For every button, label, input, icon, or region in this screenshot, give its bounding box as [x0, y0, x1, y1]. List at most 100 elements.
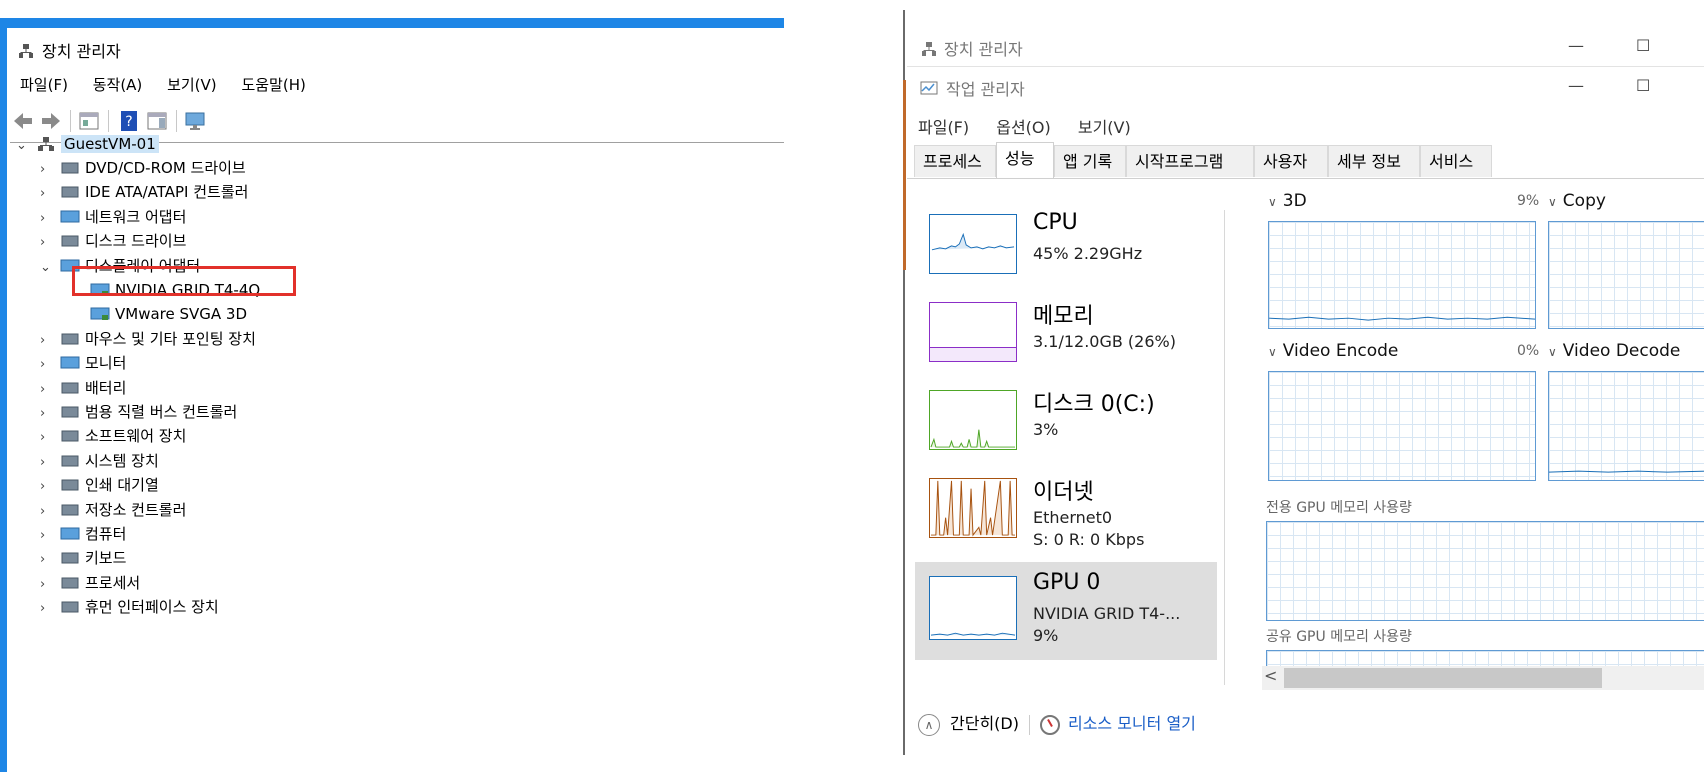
- properties-icon[interactable]: [78, 110, 100, 132]
- engine-video-encode-header[interactable]: ∨ Video Encode: [1268, 341, 1398, 361]
- engine-3d-percent: 9%: [1517, 193, 1540, 209]
- engine-video-encode-label: Video Encode: [1282, 341, 1399, 361]
- scrollbar-thumb[interactable]: [1284, 668, 1602, 688]
- tab-details[interactable]: 세부 정보: [1328, 145, 1420, 177]
- device-manager-icon: [19, 44, 33, 58]
- tree-item[interactable]: › 휴먼 인터페이스 장치: [40, 596, 219, 618]
- tree-item[interactable]: › 마우스 및 기타 포인팅 장치: [40, 328, 256, 350]
- engine-3d-header[interactable]: ∨ 3D: [1268, 191, 1307, 211]
- chevron-up-icon[interactable]: ∧: [918, 713, 940, 736]
- chevron-right-icon[interactable]: ›: [40, 183, 54, 205]
- chevron-right-icon[interactable]: ›: [40, 159, 54, 181]
- sidebar-cpu-name: CPU: [1033, 210, 1078, 235]
- sidebar-cpu-detail: 45% 2.29GHz: [1033, 244, 1143, 263]
- tree-item[interactable]: › 디스크 드라이브: [40, 230, 186, 252]
- tab-services[interactable]: 서비스: [1420, 145, 1492, 177]
- tree-item[interactable]: › 네트워크 어댑터: [40, 206, 186, 228]
- chevron-right-icon[interactable]: ›: [40, 403, 54, 425]
- tree-item[interactable]: › DVD/CD-ROM 드라이브: [40, 157, 246, 179]
- tree-item[interactable]: › 저장소 컨트롤러: [40, 499, 186, 521]
- tree-item[interactable]: › IDE ATA/ATAPI 컨트롤러: [40, 181, 248, 203]
- engine-video-decode-header[interactable]: ∨ Video Decode: [1548, 341, 1680, 361]
- tree-item[interactable]: › 인쇄 대기열: [40, 474, 159, 496]
- sidebar-item-cpu[interactable]: CPU 45% 2.29GHz: [915, 202, 1217, 290]
- chevron-right-icon[interactable]: ›: [40, 427, 54, 449]
- tree-item-label: 범용 직렬 버스 컨트롤러: [85, 403, 238, 421]
- sidebar-item-ethernet[interactable]: 이더넷 Ethernet0 S: 0 R: 0 Kbps: [915, 466, 1217, 554]
- chevron-right-icon[interactable]: ›: [40, 208, 54, 230]
- back-arrow-icon[interactable]: [12, 110, 34, 132]
- maximize-button[interactable]: ☐: [1636, 76, 1650, 95]
- tree-item[interactable]: › 모니터: [40, 352, 126, 374]
- open-resource-monitor-link[interactable]: 리소스 모니터 열기: [1068, 714, 1196, 733]
- sidebar-ethernet-name: 이더넷: [1033, 480, 1094, 505]
- menu-file[interactable]: 파일(F): [918, 118, 969, 137]
- title-divider: [907, 66, 1704, 67]
- disk-drive-icon: [61, 235, 79, 247]
- tree-item-label: 컴퓨터: [85, 525, 127, 543]
- tree-root[interactable]: ⌄ GuestVM-01: [16, 133, 159, 155]
- tab-users[interactable]: 사용자: [1254, 145, 1328, 177]
- tree-item[interactable]: › 키보드: [40, 547, 126, 569]
- chevron-down-icon[interactable]: ⌄: [40, 257, 54, 279]
- tab-performance[interactable]: 성능: [996, 142, 1054, 178]
- chevron-right-icon[interactable]: ›: [40, 330, 54, 352]
- chevron-right-icon[interactable]: ›: [40, 525, 54, 547]
- sidebar-item-memory[interactable]: 메모리 3.1/12.0GB (26%): [915, 290, 1217, 378]
- tree-item-label: 소프트웨어 장치: [85, 427, 187, 446]
- minimize-button[interactable]: —: [1568, 36, 1584, 55]
- tree-child-label: VMware SVGA 3D: [115, 305, 248, 324]
- menu-file[interactable]: 파일(F): [20, 76, 68, 94]
- computer-icon: [60, 527, 80, 540]
- action-pane-icon[interactable]: [146, 110, 168, 132]
- tree-item[interactable]: › 컴퓨터: [40, 523, 126, 545]
- tab-processes[interactable]: 프로세스: [914, 145, 996, 177]
- help-icon[interactable]: ?: [118, 110, 140, 132]
- storage-controller-icon: [61, 504, 79, 516]
- software-device-icon: [61, 430, 79, 442]
- chevron-right-icon[interactable]: ›: [40, 354, 54, 376]
- sidebar-disk-detail: 3%: [1033, 420, 1059, 439]
- tree-item-label: 인쇄 대기열: [85, 476, 159, 495]
- maximize-button[interactable]: ☐: [1636, 36, 1650, 55]
- chevron-right-icon[interactable]: ›: [40, 476, 54, 498]
- tree-item-label: 키보드: [85, 549, 127, 568]
- engine-video-encode-percent: 0%: [1517, 343, 1540, 359]
- tab-app-history[interactable]: 앱 기록: [1054, 145, 1126, 177]
- chevron-right-icon[interactable]: ›: [40, 574, 54, 596]
- sidebar-item-disk[interactable]: 디스크 0(C:) 3%: [915, 378, 1217, 466]
- menu-help[interactable]: 도움말(H): [241, 76, 305, 94]
- chevron-down-icon: ∨: [1548, 345, 1557, 359]
- sidebar-item-gpu[interactable]: GPU 0 NVIDIA GRID T4-... 9%: [915, 562, 1217, 660]
- task-manager-menu-bar: 파일(F) 옵션(O) 보기(V): [918, 114, 1153, 138]
- tree-item[interactable]: › 프로세서: [40, 572, 140, 594]
- tree-item[interactable]: › 소프트웨어 장치: [40, 425, 186, 447]
- chevron-right-icon[interactable]: ›: [40, 379, 54, 401]
- tree-item[interactable]: › 배터리: [40, 377, 126, 399]
- memory-thumbnail-graph: [929, 302, 1017, 362]
- minimize-button[interactable]: —: [1568, 76, 1584, 95]
- tree-item-label: DVD/CD-ROM 드라이브: [85, 159, 246, 177]
- fewer-details-button[interactable]: 간단히(D): [950, 714, 1019, 733]
- chevron-right-icon[interactable]: ›: [40, 232, 54, 254]
- engine-copy-graph: [1548, 221, 1704, 329]
- menu-view[interactable]: 보기(V): [167, 76, 217, 94]
- chevron-right-icon[interactable]: ›: [40, 452, 54, 474]
- background-window-title-text: 장치 관리자: [944, 40, 1023, 59]
- tree-item[interactable]: › 시스템 장치: [40, 450, 159, 472]
- chevron-right-icon[interactable]: ›: [40, 501, 54, 523]
- tab-startup[interactable]: 시작프로그램: [1126, 145, 1254, 177]
- menu-action[interactable]: 동작(A): [93, 76, 143, 94]
- chevron-right-icon[interactable]: ›: [40, 549, 54, 571]
- tree-child-item[interactable]: VMware SVGA 3D: [84, 303, 247, 325]
- scroll-left-arrow[interactable]: <: [1264, 666, 1277, 685]
- forward-arrow-icon[interactable]: [40, 110, 62, 132]
- chevron-right-icon[interactable]: ›: [40, 598, 54, 620]
- engine-copy-header[interactable]: ∨ Copy: [1548, 191, 1606, 211]
- printer-icon: [61, 479, 79, 491]
- scan-hardware-icon[interactable]: [184, 110, 206, 132]
- menu-view[interactable]: 보기(V): [1078, 118, 1131, 137]
- tree-item[interactable]: › 범용 직렬 버스 컨트롤러: [40, 401, 237, 423]
- menu-options[interactable]: 옵션(O): [996, 118, 1051, 137]
- chevron-down-icon[interactable]: ⌄: [16, 135, 30, 157]
